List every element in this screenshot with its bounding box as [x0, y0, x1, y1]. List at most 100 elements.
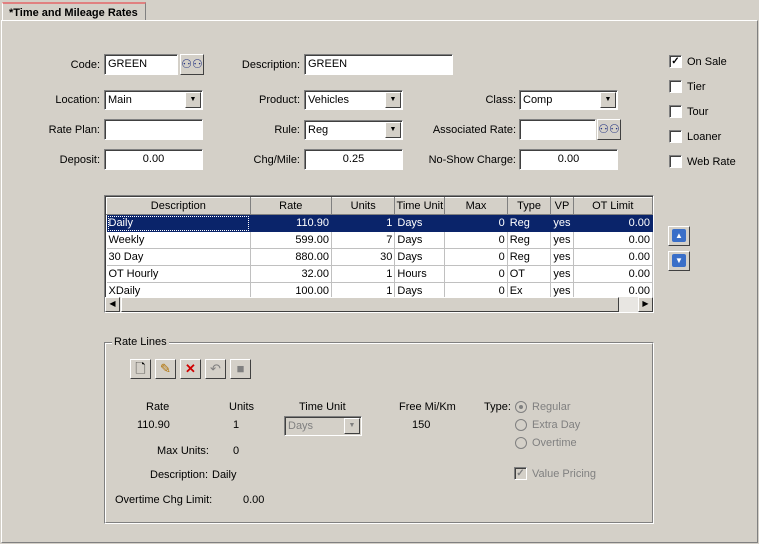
col-header[interactable]: Time Unit: [394, 197, 446, 215]
binoculars-icon: ⚇⚇: [181, 57, 203, 71]
web-rate-label: Web Rate: [687, 156, 736, 168]
delete-icon: ✕: [185, 361, 196, 376]
cell: 1: [331, 265, 396, 283]
delete-button[interactable]: ✕: [180, 359, 201, 379]
col-header[interactable]: Max: [444, 197, 508, 215]
col-header[interactable]: Units: [330, 197, 396, 215]
col-header[interactable]: Description: [106, 197, 251, 215]
radio-extra-day[interactable]: [515, 419, 527, 431]
cell: 1: [331, 214, 396, 232]
cell: Weekly: [106, 231, 251, 249]
move-up-button[interactable]: ▲: [668, 226, 690, 246]
tour-label: Tour: [687, 106, 709, 118]
associated-rate-search-button[interactable]: ⚇⚇: [597, 119, 621, 140]
scroll-thumb[interactable]: [121, 297, 619, 312]
cell: OT Hourly: [106, 265, 251, 283]
ot-limit-label: Overtime Chg Limit:: [115, 494, 213, 506]
value-pricing-label: Value Pricing: [532, 468, 596, 480]
save-button[interactable]: ■: [230, 359, 251, 379]
chevron-down-icon[interactable]: ▼: [344, 418, 360, 434]
rule-select[interactable]: Reg ▼: [304, 120, 403, 140]
col-header[interactable]: Rate: [249, 197, 332, 215]
cell: Hours: [394, 265, 446, 283]
cell: Days: [394, 214, 446, 232]
rates-grid[interactable]: Description Rate Units Time Unit Max Typ…: [104, 195, 654, 313]
product-label: Product:: [259, 94, 300, 106]
max-units-label: Max Units:: [157, 445, 209, 457]
rule-label: Rule:: [274, 124, 300, 136]
rate-plan-label: Rate Plan:: [48, 124, 100, 136]
new-button[interactable]: 🗋: [130, 359, 151, 379]
description-label: Description:: [241, 59, 300, 71]
code-search-button[interactable]: ⚇⚇: [180, 54, 204, 75]
max-units-value: 0: [233, 445, 240, 457]
col-header[interactable]: VP: [550, 197, 574, 215]
scroll-left-icon[interactable]: ◀: [105, 297, 120, 312]
grid-header: Description Rate Units Time Unit Max Typ…: [106, 197, 653, 215]
associated-rate-field[interactable]: [519, 119, 596, 140]
col-header[interactable]: OT Limit: [572, 197, 653, 215]
cell: Reg: [507, 231, 552, 249]
table-row[interactable]: 30 Day 880.00 30 Days 0 Reg yes 0.00: [106, 248, 653, 266]
cell: 0: [444, 248, 508, 266]
binoculars-icon: ⚇⚇: [598, 122, 620, 136]
table-row[interactable]: Daily 110.90 1 Days 0 Reg yes 0.00: [106, 214, 653, 232]
class-value: Comp: [523, 94, 553, 106]
arrow-up-icon: ▲: [672, 229, 686, 242]
chevron-down-icon[interactable]: ▼: [600, 92, 616, 108]
value-pricing-checkbox[interactable]: ✓: [514, 467, 527, 480]
location-label: Location:: [55, 94, 100, 106]
radio-regular[interactable]: [515, 401, 527, 413]
chevron-down-icon[interactable]: ▼: [385, 92, 401, 108]
regular-label: Regular: [532, 401, 571, 413]
no-show-charge-field[interactable]: 0.00: [519, 149, 618, 170]
table-row[interactable]: Weekly 599.00 7 Days 0 Reg yes 0.00: [106, 231, 653, 249]
cell: 0: [444, 265, 508, 283]
cell: 880.00: [250, 248, 332, 266]
chevron-down-icon[interactable]: ▼: [185, 92, 201, 108]
associated-rate-label: Associated Rate:: [432, 124, 516, 136]
rate-lines-title: Rate Lines: [112, 335, 169, 349]
description-field[interactable]: GREEN: [304, 54, 453, 75]
undo-button[interactable]: ↶: [205, 359, 226, 379]
on-sale-label: On Sale: [687, 56, 727, 68]
radio-overtime[interactable]: [515, 437, 527, 449]
cell: yes: [550, 248, 574, 266]
chg-mile-field[interactable]: 0.25: [304, 149, 403, 170]
chevron-down-icon[interactable]: ▼: [385, 122, 401, 138]
check-icon: ✓: [516, 468, 525, 479]
location-value: Main: [108, 94, 132, 106]
type-label: Type:: [484, 401, 511, 413]
cell: yes: [550, 214, 574, 232]
location-select[interactable]: Main ▼: [104, 90, 203, 110]
time-unit-select[interactable]: Days ▼: [284, 416, 362, 436]
code-field[interactable]: GREEN: [104, 54, 178, 75]
cell: Days: [394, 231, 446, 249]
scroll-right-icon[interactable]: ▶: [638, 297, 653, 312]
deposit-field[interactable]: 0.00: [104, 149, 203, 170]
time-unit-label: Time Unit: [299, 401, 346, 413]
col-header[interactable]: Type: [506, 197, 552, 215]
cell: OT: [507, 265, 552, 283]
rate-value: 110.90: [137, 419, 170, 431]
edit-button[interactable]: ✎: [155, 359, 176, 379]
product-select[interactable]: Vehicles ▼: [304, 90, 403, 110]
tab-time-and-mileage-rates[interactable]: *Time and Mileage Rates: [2, 2, 146, 21]
rate-plan-field[interactable]: [104, 119, 203, 140]
move-down-button[interactable]: ▼: [668, 251, 690, 271]
cell: Daily: [106, 214, 251, 232]
description-rl-label: Description:: [150, 469, 209, 481]
class-select[interactable]: Comp ▼: [519, 90, 618, 110]
horizontal-scrollbar[interactable]: ◀ ▶: [105, 297, 653, 312]
undo-icon: ↶: [210, 361, 221, 376]
overtime-label: Overtime: [532, 437, 577, 449]
cell: 599.00: [250, 231, 332, 249]
rate-label: Rate: [146, 401, 170, 413]
cell: yes: [550, 231, 574, 249]
code-label: Code:: [70, 59, 100, 71]
no-show-charge-label: No-Show Charge:: [428, 154, 516, 166]
arrow-down-icon: ▼: [672, 254, 686, 267]
table-row[interactable]: OT Hourly 32.00 1 Hours 0 OT yes 0.00: [106, 265, 653, 283]
loaner-label: Loaner: [687, 131, 722, 143]
extra-day-label: Extra Day: [532, 419, 581, 431]
